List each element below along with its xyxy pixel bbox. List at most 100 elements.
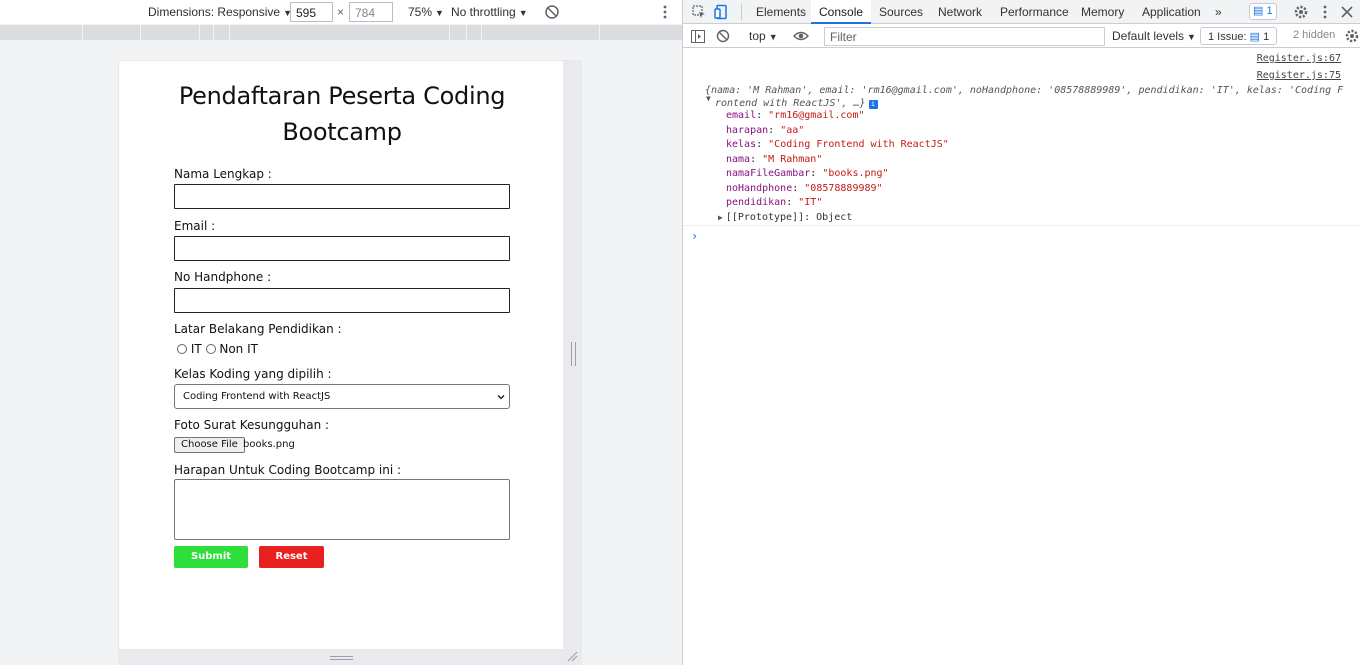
summary-line-2-text: rontend with ReactJS', …} (715, 98, 866, 109)
property-value: "books.png" (822, 168, 889, 179)
chevron-down-icon: ▼ (518, 8, 528, 18)
name-input[interactable] (174, 184, 510, 209)
summary-line-1: {nama: 'M Rahman', email: 'rm16@gmail.co… (705, 85, 1344, 96)
console-settings-gear-icon[interactable] (1344, 28, 1360, 44)
issues-label: 1 Issue: (1208, 31, 1247, 43)
tab-memory[interactable]: Memory (1081, 0, 1124, 24)
property-row: pendidikan: "IT" (726, 197, 822, 208)
log-levels-label: Default levels (1112, 29, 1185, 43)
devtools-tab-bar: Elements Console Sources Network Perform… (683, 0, 1360, 24)
property-separator: : (756, 139, 769, 150)
reset-button[interactable]: Reset (259, 546, 324, 568)
property-row: namaFileGambar: "books.png" (726, 168, 889, 179)
context-label: top (749, 29, 766, 43)
property-row: nama: "M Rahman" (726, 154, 822, 165)
property-value: "IT" (798, 197, 823, 208)
resize-handle-right[interactable] (571, 342, 576, 366)
console-output: Register.js:67 Register.js:75 ▼ {nama: '… (683, 49, 1360, 665)
radio-it-label: IT (190, 342, 202, 356)
messages-badge[interactable]: ▤ 1 (1249, 3, 1277, 20)
property-row: noHandphone: "08578889989" (726, 183, 883, 194)
property-key: noHandphone (726, 182, 793, 194)
times-separator: × (337, 5, 345, 19)
class-label: Kelas Koding yang dipilih : (174, 367, 332, 381)
property-key: harapan (726, 124, 769, 136)
zoom-dropdown[interactable]: 75% ▼ (408, 5, 444, 19)
property-value: "08578889989" (804, 182, 883, 194)
tab-network[interactable]: Network (938, 0, 982, 24)
dimensions-label: Dimensions: Responsive (148, 5, 281, 19)
source-link-67[interactable]: Register.js:67 (1257, 53, 1341, 64)
tab-application[interactable]: Application (1142, 0, 1201, 24)
throttling-dropdown[interactable]: No throttling ▼ (451, 5, 528, 19)
choose-file-button[interactable]: Choose File (174, 437, 245, 453)
filter-input[interactable]: Filter (824, 27, 1105, 46)
divider (683, 225, 1360, 226)
eye-icon[interactable] (793, 29, 809, 43)
hidden-count: 2 hidden (1293, 29, 1336, 41)
phone-input[interactable] (174, 288, 510, 313)
property-separator: : (756, 110, 769, 121)
radio-it[interactable] (177, 344, 187, 354)
chevron-down-icon (497, 395, 505, 400)
education-radio-group: IT Non IT (177, 342, 258, 356)
width-input[interactable]: 595 (290, 2, 333, 22)
submit-button[interactable]: Submit (174, 546, 248, 568)
message-icon: ▤ (1253, 5, 1264, 17)
property-key: pendidikan (726, 197, 787, 208)
dimensions-dropdown[interactable]: Dimensions: Responsive ▼ (148, 5, 292, 19)
throttling-label: No throttling (451, 5, 516, 19)
context-dropdown[interactable]: top ▼ (749, 29, 778, 43)
devtools-pane: Elements Console Sources Network Perform… (682, 0, 1360, 665)
email-label: Email : (174, 219, 216, 233)
messages-count: 1 (1266, 5, 1273, 17)
email-input[interactable] (174, 236, 510, 261)
device-toolbar: Dimensions: Responsive ▼ 595 × 784 75% ▼ N… (0, 0, 682, 24)
expand-triangle-icon: ▶ (718, 212, 723, 222)
close-icon[interactable] (1339, 4, 1355, 20)
issues-button[interactable]: 1 Issue: ▤ 1 (1200, 27, 1277, 45)
clear-console-icon[interactable] (716, 29, 730, 43)
rotate-icon[interactable] (544, 4, 560, 20)
more-tabs-button[interactable]: » (1215, 0, 1222, 24)
radio-non-it[interactable] (205, 344, 216, 354)
more-options-icon[interactable] (660, 3, 670, 21)
property-value: "M Rahman" (762, 153, 823, 165)
class-select-value: Coding Frontend with ReactJS (183, 391, 331, 402)
message-icon: ▤ (1249, 31, 1260, 43)
resize-corner-icon[interactable] (566, 650, 578, 662)
resize-handle-bottom[interactable] (330, 656, 353, 660)
settings-gear-icon[interactable] (1293, 4, 1309, 20)
prototype-row[interactable]: ▶ [[Prototype]]: Object (718, 212, 852, 223)
property-row: harapan: "aa" (726, 125, 804, 136)
console-toolbar: top ▼ Filter Default levels ▼ 1 Issue: ▤ 1… (683, 25, 1360, 48)
hope-textarea[interactable] (174, 479, 510, 540)
property-value: "rm16@gmail.com" (768, 110, 865, 121)
object-summary[interactable]: {nama: 'M Rahman', email: 'rm16@gmail.co… (705, 84, 1345, 110)
device-emulation-pane: Dimensions: Responsive ▼ 595 × 784 75% ▼ N… (0, 0, 682, 665)
log-levels-dropdown[interactable]: Default levels ▼ (1112, 29, 1196, 43)
more-options-icon[interactable] (1320, 3, 1330, 21)
tab-elements[interactable]: Elements (756, 0, 806, 24)
tab-console[interactable]: Console (811, 0, 872, 24)
summary-line-2: rontend with ReactJS', …} i (705, 97, 1345, 110)
zoom-label: 75% (408, 5, 433, 19)
page-viewport: Pendaftaran Peserta Coding Bootcamp Nama… (118, 60, 564, 650)
tab-performance[interactable]: Performance (1000, 0, 1069, 24)
class-select[interactable]: Coding Frontend with ReactJS (174, 384, 510, 409)
source-link-75[interactable]: Register.js:75 (1257, 70, 1341, 81)
divider (741, 4, 742, 20)
inspect-element-icon[interactable] (692, 5, 706, 19)
media-query-bar[interactable] (0, 25, 682, 40)
hope-label: Harapan Untuk Coding Bootcamp ini : (174, 463, 402, 477)
console-prompt[interactable]: › (691, 229, 698, 243)
property-key: email (726, 110, 757, 121)
property-value: "aa" (780, 124, 805, 136)
name-label: Nama Lengkap : (174, 167, 272, 181)
height-input[interactable]: 784 (349, 2, 393, 22)
info-icon[interactable]: i (868, 100, 878, 109)
sidebar-toggle-icon[interactable] (691, 30, 705, 43)
property-separator: : (810, 168, 823, 179)
tab-sources[interactable]: Sources (879, 0, 923, 24)
device-toggle-icon[interactable] (714, 4, 730, 20)
